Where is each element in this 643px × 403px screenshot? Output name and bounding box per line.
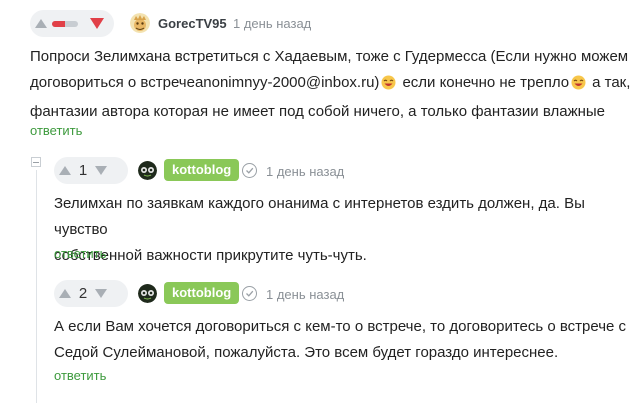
- comment-line: договориться о встречеanonimnyy-2000@inb…: [30, 70, 630, 99]
- upvote-button[interactable]: [54, 157, 76, 184]
- comment-time: 1 день назад: [233, 16, 312, 31]
- downvote-button[interactable]: [86, 10, 108, 37]
- avatar[interactable]: [130, 13, 150, 33]
- collapse-thread-button[interactable]: [31, 157, 41, 167]
- comment-author[interactable]: GorecTV95: [158, 16, 227, 31]
- reply-link[interactable]: ответить: [54, 246, 106, 261]
- comment-line-part: а так,: [592, 74, 631, 91]
- comment-line-part: если конечно не трепло: [402, 74, 570, 91]
- comment-line: А если Вам хочется договориться с кем-то…: [54, 318, 627, 335]
- grin-emoji-icon: [381, 73, 396, 99]
- comment-line: Зелимхан по заявкам каждого онанима с ин…: [54, 195, 585, 238]
- thread-line: [36, 170, 37, 403]
- comment-line: Седой Сулеймановой, пожалуйста. Это всем…: [54, 344, 559, 361]
- comment-text: А если Вам хочется договориться с кем-то…: [54, 314, 634, 366]
- upvote-arrow-icon: [59, 166, 71, 175]
- upvote-button[interactable]: [30, 10, 52, 37]
- reply-link[interactable]: ответить: [30, 123, 82, 138]
- verified-check-icon: [242, 286, 257, 301]
- author-badge[interactable]: kottoblog: [164, 282, 240, 304]
- comment-line-part: договориться о встречеanonimnyy-2000@inb…: [30, 74, 380, 91]
- vote-widget: 2: [54, 280, 128, 307]
- grin-emoji-icon: [571, 73, 586, 99]
- downvote-button[interactable]: [90, 280, 112, 307]
- vote-score: 1: [78, 162, 88, 179]
- reply-link[interactable]: ответить: [54, 368, 106, 383]
- avatar[interactable]: [138, 284, 157, 303]
- vote-widget: [30, 10, 114, 37]
- vote-widget: 1: [54, 157, 128, 184]
- comment-time: 1 день назад: [266, 164, 345, 179]
- upvote-arrow-icon: [35, 19, 47, 28]
- verified-check-icon: [242, 163, 257, 178]
- author-badge[interactable]: kottoblog: [164, 159, 240, 181]
- comment-line: Попроси Зелимхана встретиться с Хадаевым…: [30, 48, 629, 65]
- downvote-button[interactable]: [90, 157, 112, 184]
- comment-text: Попроси Зелимхана встретиться с Хадаевым…: [30, 44, 630, 125]
- comment-line: собственной важности прикрутите чуть-чут…: [54, 247, 367, 264]
- comment-time: 1 день назад: [266, 287, 345, 302]
- vote-score: 2: [78, 285, 88, 302]
- avatar[interactable]: [138, 161, 157, 180]
- downvote-arrow-icon: [90, 18, 104, 29]
- upvote-arrow-icon: [59, 289, 71, 298]
- upvote-button[interactable]: [54, 280, 76, 307]
- rating-bar: [52, 20, 78, 27]
- downvote-arrow-icon: [95, 166, 107, 175]
- comment-text: Зелимхан по заявкам каждого онанима с ин…: [54, 191, 634, 269]
- comment-line: фантазии автора которая не имеет под соб…: [30, 103, 606, 120]
- downvote-arrow-icon: [95, 289, 107, 298]
